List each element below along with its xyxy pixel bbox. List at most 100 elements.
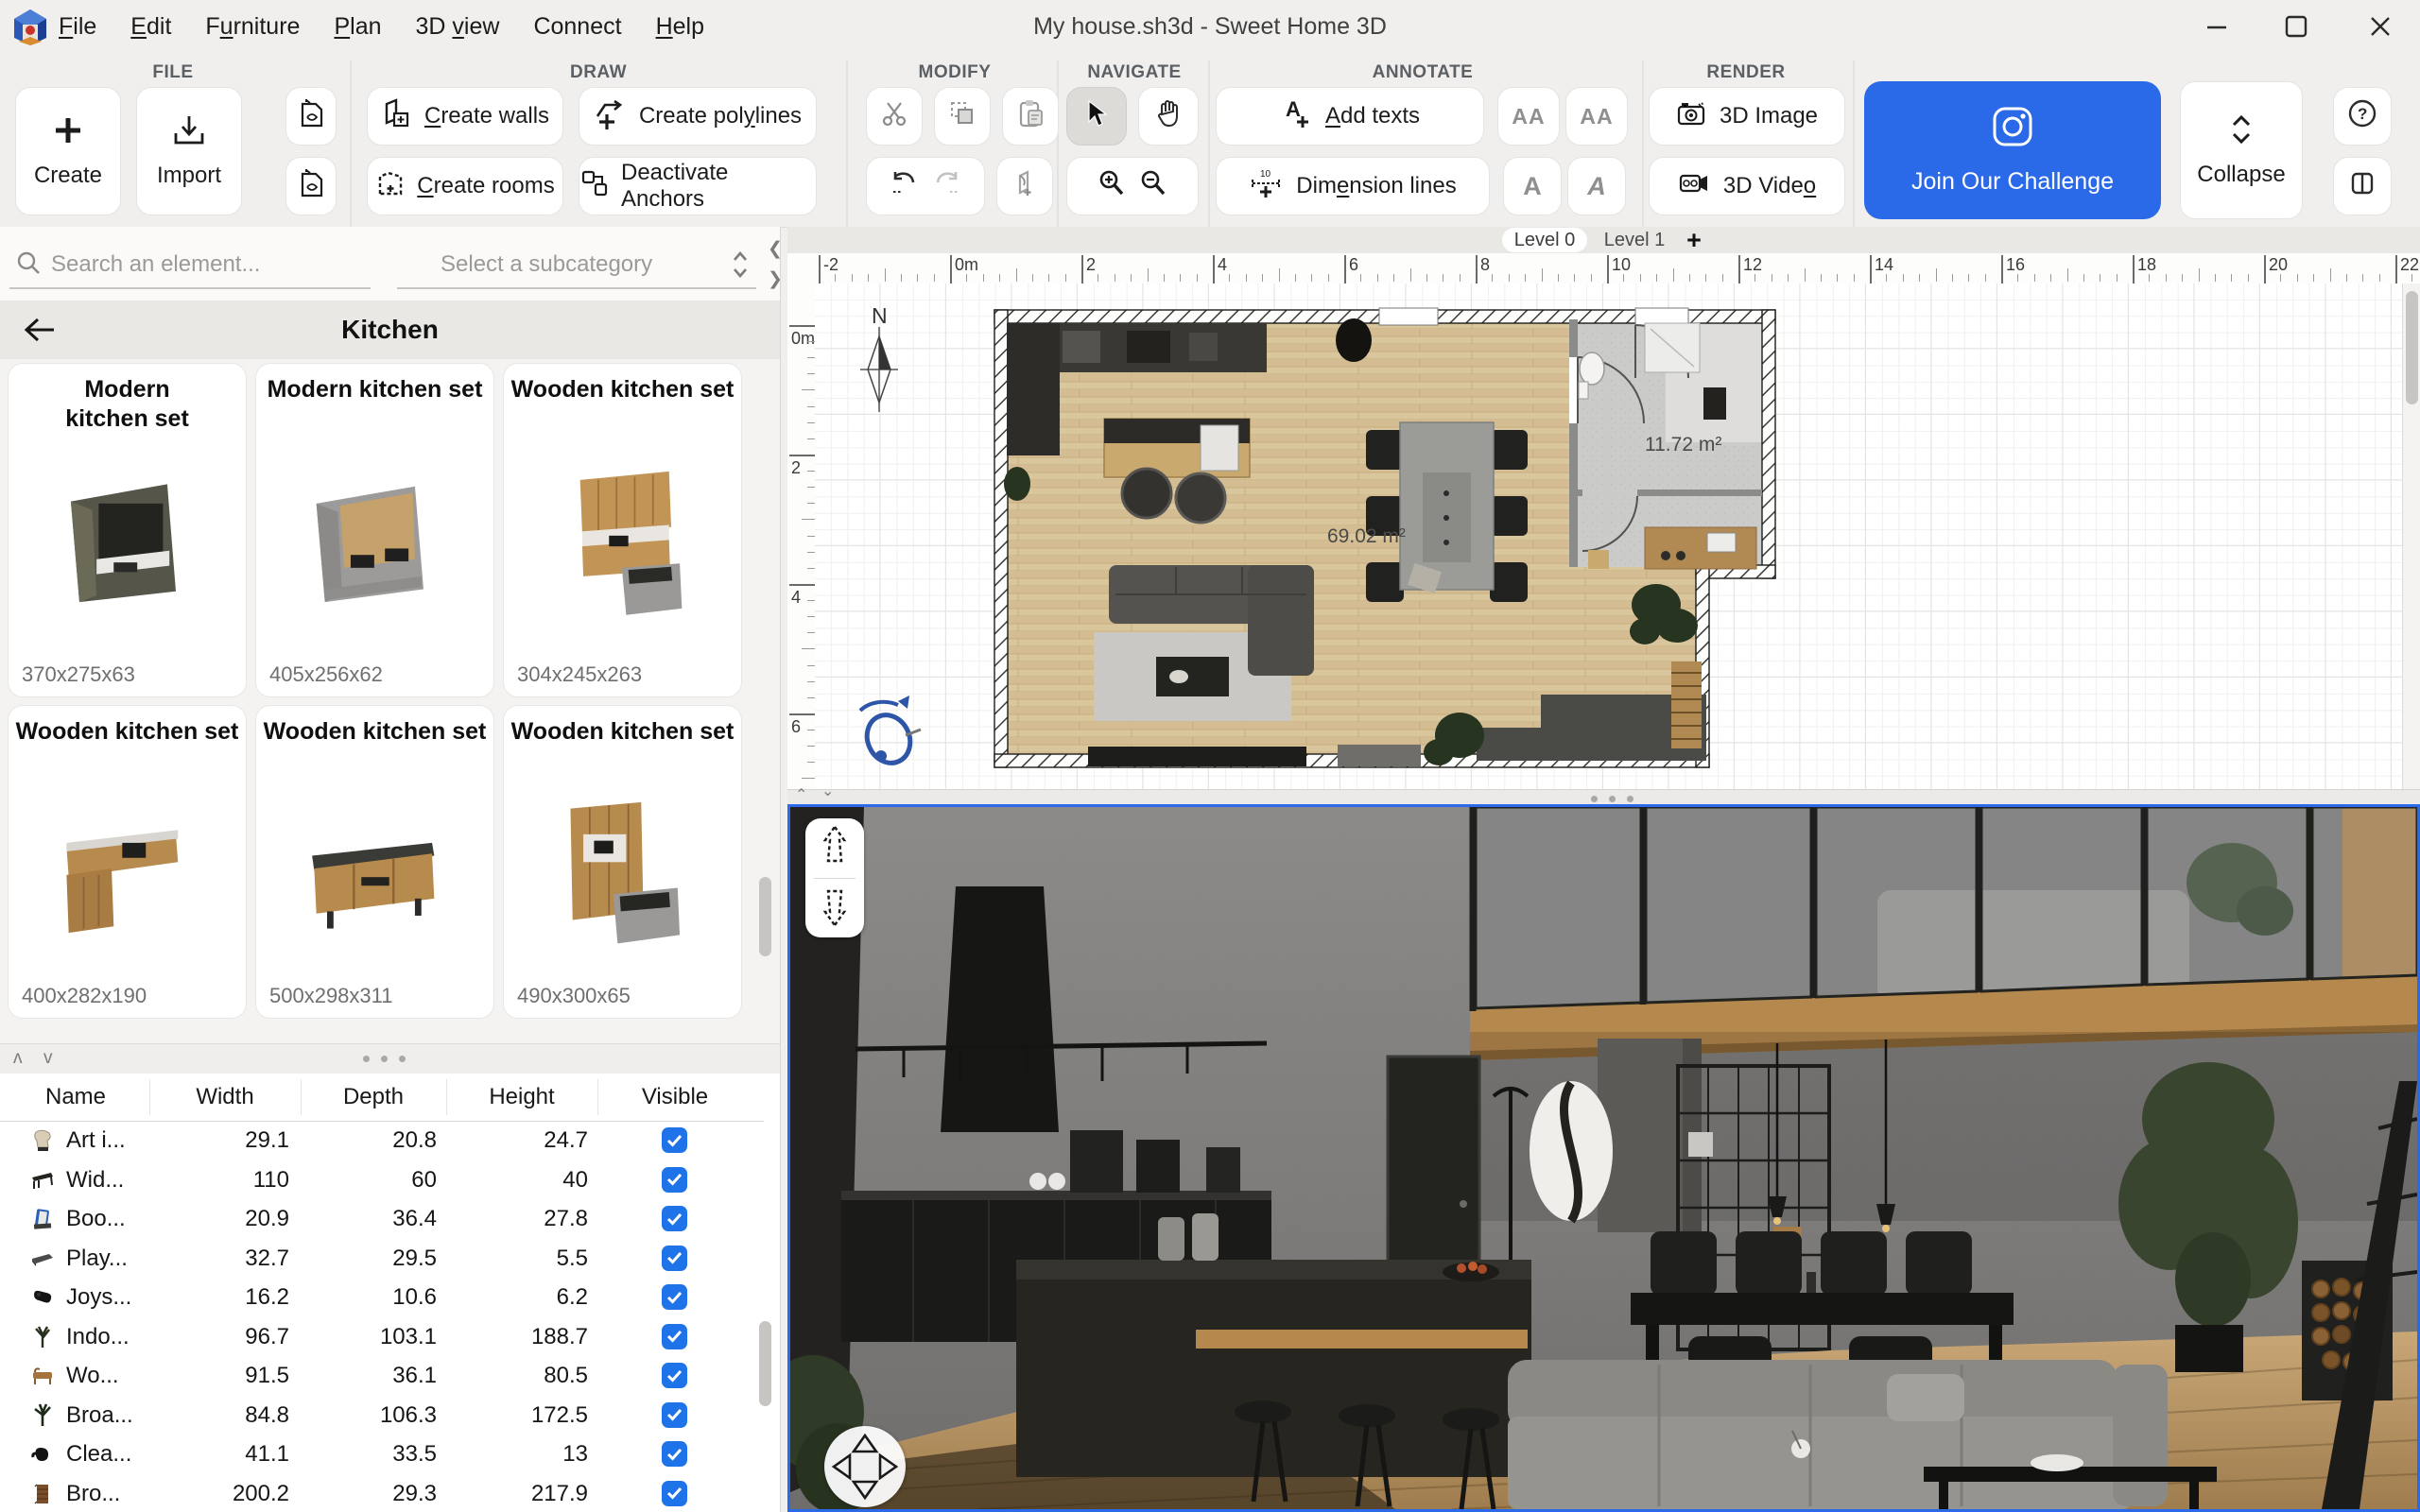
undo-icon[interactable]	[888, 169, 920, 204]
catalog-item[interactable]: Modern kitchen set 370x275x63	[8, 363, 247, 697]
copy-button[interactable]	[934, 87, 991, 146]
elevation-control[interactable]	[805, 818, 864, 937]
plan-3d-divider[interactable]: ⌃ ⌄	[787, 789, 2420, 805]
import-button[interactable]: Import	[136, 87, 242, 215]
subcategory-select[interactable]: Select a subcategory	[441, 251, 652, 278]
import-texture-library-button[interactable]	[285, 157, 337, 215]
maximize-button[interactable]	[2269, 8, 2324, 45]
table-row[interactable]: Wid... 110 60 40	[0, 1160, 764, 1200]
collapse-down-icon[interactable]: v	[43, 1049, 53, 1067]
row-width: 110	[157, 1160, 289, 1200]
visible-checkbox[interactable]	[662, 1246, 687, 1271]
visible-checkbox[interactable]	[662, 1363, 687, 1388]
move-up-icon[interactable]	[819, 823, 851, 869]
visible-checkbox[interactable]	[662, 1284, 687, 1310]
catalog-scrollbar-thumb[interactable]	[759, 877, 771, 956]
table-row[interactable]: Wo... 91.5 36.1 80.5	[0, 1356, 764, 1396]
collapse-up-icon[interactable]: ʌ	[13, 1049, 23, 1067]
join-our-challenge-button[interactable]: Join Our Challenge	[1864, 81, 2161, 219]
add-texts-button[interactable]: A Add texts	[1216, 87, 1484, 146]
paste-button[interactable]	[1002, 87, 1059, 146]
divider-up-icon[interactable]: ⌃	[795, 788, 807, 803]
plan-scrollbar-thumb[interactable]	[2406, 291, 2418, 404]
cut-button[interactable]	[866, 87, 923, 146]
column-header-height[interactable]: Height	[456, 1074, 588, 1121]
bold-style-button[interactable]: A	[1503, 157, 1562, 215]
add-level-button[interactable]: +	[1680, 227, 1708, 253]
3d-view[interactable]	[787, 804, 2420, 1512]
search-icon	[15, 249, 42, 281]
search-input[interactable]: Search an element...	[51, 251, 260, 278]
column-header-width[interactable]: Width	[159, 1074, 291, 1121]
visible-checkbox[interactable]	[662, 1441, 687, 1467]
plan-scrollbar[interactable]	[2402, 284, 2420, 789]
move-down-icon[interactable]	[819, 887, 851, 934]
visible-checkbox[interactable]	[662, 1324, 687, 1349]
import-furniture-library-button[interactable]	[285, 87, 337, 146]
menu-connect[interactable]: Connect	[533, 13, 621, 41]
panel-expand-right-icon[interactable]: ❯	[768, 270, 781, 288]
table-row[interactable]: Joys... 16.2 10.6 6.2	[0, 1278, 764, 1317]
toggle-panels-button[interactable]	[2333, 157, 2392, 215]
help-button[interactable]: ?	[2333, 87, 2392, 146]
divider-handle[interactable]	[363, 1056, 406, 1062]
back-arrow-icon[interactable]	[23, 316, 57, 349]
collapse-toolbar-button[interactable]: Collapse	[2180, 81, 2303, 219]
create-3d-photo-button[interactable]: 3D Image	[1649, 87, 1845, 146]
create-rooms-button[interactable]: Create rooms	[367, 157, 563, 215]
table-row[interactable]: Indo... 96.7 103.1 188.7	[0, 1317, 764, 1357]
pan-tool-button[interactable]	[1138, 87, 1199, 146]
table-row[interactable]: Broa... 84.8 106.3 172.5	[0, 1396, 764, 1435]
visible-checkbox[interactable]	[662, 1402, 687, 1428]
catalog-item[interactable]: Wooden kitchen set 400x282x190	[8, 705, 247, 1019]
column-header-depth[interactable]: Depth	[307, 1074, 440, 1121]
divider-down-icon[interactable]: ⌄	[821, 784, 834, 799]
dimension-lines-button[interactable]: 10 Dimension lines	[1216, 157, 1490, 215]
deactivate-anchors-button[interactable]: Deactivate Anchors	[579, 157, 817, 215]
table-row[interactable]: Play... 32.7 29.5 5.5	[0, 1239, 764, 1279]
create-polylines-button[interactable]: Create polylines	[579, 87, 817, 146]
menu-3d-view[interactable]: 3D view	[416, 13, 500, 41]
stepper-icon[interactable]	[730, 248, 751, 286]
create-button[interactable]: Create	[15, 87, 121, 215]
create-3d-video-button[interactable]: 3D Video	[1649, 157, 1845, 215]
italic-style-button[interactable]: A	[1567, 157, 1626, 215]
zoom-out-icon[interactable]	[1138, 168, 1168, 205]
table-row[interactable]: Bro... 200.2 29.3 217.9	[0, 1474, 764, 1512]
select-tool-button[interactable]	[1066, 87, 1127, 146]
zoom-in-icon[interactable]	[1097, 168, 1127, 205]
menu-file[interactable]: File	[59, 13, 96, 41]
minimize-button[interactable]	[2189, 8, 2244, 45]
panel-split-divider[interactable]: ʌ v	[0, 1043, 780, 1075]
visible-checkbox[interactable]	[662, 1206, 687, 1231]
catalog-item[interactable]: Wooden kitchen set 490x300x65	[503, 705, 742, 1019]
visible-checkbox[interactable]	[662, 1481, 687, 1506]
increase-text-size-button[interactable]: AA	[1497, 87, 1560, 146]
table-row[interactable]: Art i... 29.1 20.8 24.7	[0, 1121, 764, 1160]
plan-view[interactable]: 69.02 m² 11.72 m² N	[815, 284, 2402, 789]
visible-checkbox[interactable]	[662, 1167, 687, 1193]
redo-icon[interactable]	[931, 169, 963, 204]
column-header-visible[interactable]: Visible	[609, 1074, 741, 1121]
tab-level-1[interactable]: Level 1	[1597, 228, 1672, 252]
column-header-name[interactable]: Name	[9, 1074, 142, 1121]
tab-level-0[interactable]: Level 0	[1502, 228, 1587, 252]
catalog-item[interactable]: Modern kitchen set 405x256x62	[255, 363, 494, 697]
create-walls-button[interactable]: Create walls	[367, 87, 563, 146]
divider-handle[interactable]	[1591, 796, 1634, 802]
panel-collapse-left-icon[interactable]: ❮	[768, 240, 781, 258]
catalog-item[interactable]: Wooden kitchen set 304x245x263	[503, 363, 742, 697]
table-scrollbar-thumb[interactable]	[759, 1321, 771, 1406]
menu-help[interactable]: Help	[656, 13, 704, 41]
table-row[interactable]: Boo... 20.9 36.4 27.8	[0, 1199, 764, 1239]
navigation-dpad[interactable]	[824, 1426, 906, 1507]
table-row[interactable]: Clea... 41.1 33.5 13	[0, 1435, 764, 1474]
visible-checkbox[interactable]	[662, 1127, 687, 1153]
menu-plan[interactable]: Plan	[334, 13, 381, 41]
reverse-wall-direction-button[interactable]	[996, 157, 1053, 215]
menu-edit[interactable]: Edit	[130, 13, 171, 41]
close-button[interactable]	[2353, 8, 2408, 45]
decrease-text-size-button[interactable]: AA	[1565, 87, 1628, 146]
catalog-item[interactable]: Wooden kitchen set 500x298x311	[255, 705, 494, 1019]
menu-furniture[interactable]: Furniture	[205, 13, 300, 41]
